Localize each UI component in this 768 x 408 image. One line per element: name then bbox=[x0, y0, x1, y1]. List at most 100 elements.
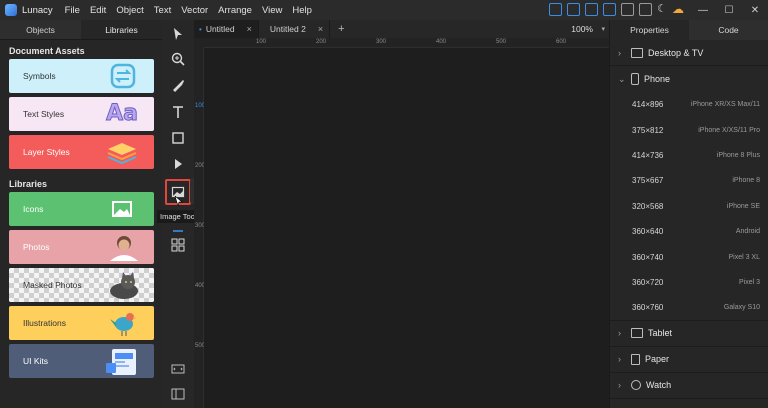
device-size: 360×720 bbox=[632, 277, 664, 287]
tab-code[interactable]: Code bbox=[689, 20, 768, 40]
chevron-down-icon[interactable]: ▾ bbox=[601, 25, 605, 33]
select-tool-icon[interactable] bbox=[170, 26, 186, 42]
text-styles-art-icon: Aa bbox=[106, 101, 139, 127]
ui-kit-art-icon bbox=[106, 349, 136, 375]
menu-arrange[interactable]: Arrange bbox=[218, 5, 252, 16]
device-size: 360×740 bbox=[632, 252, 664, 262]
document-tabs: • Untitled × Untitled 2 × + 100% ▾ bbox=[194, 20, 609, 38]
ruler-tick: 300 bbox=[376, 39, 387, 45]
layers-art-icon bbox=[107, 143, 137, 165]
device-size: 375×667 bbox=[632, 176, 664, 186]
card-label: UI Kits bbox=[23, 356, 49, 366]
menu-file[interactable]: File bbox=[65, 5, 80, 16]
device-name: iPhone XR/XS Max/11 bbox=[690, 101, 760, 109]
maximize-button[interactable]: ☐ bbox=[716, 0, 742, 20]
group-label: Paper bbox=[645, 354, 670, 365]
library-card-illustrations[interactable]: Illustrations bbox=[9, 306, 154, 340]
device-preset[interactable]: 375×812 iPhone X/XS/11 Pro bbox=[610, 117, 768, 142]
doc-tab-title: Untitled bbox=[205, 24, 235, 34]
group-watch[interactable]: › Watch bbox=[610, 373, 768, 399]
lunacy-logo-icon bbox=[5, 4, 17, 16]
device-name: iPhone X/XS/11 Pro bbox=[698, 126, 760, 134]
menu-vector[interactable]: Vector bbox=[181, 5, 208, 16]
library-card-layer-styles[interactable]: Layer Styles bbox=[9, 135, 154, 169]
zoom-tool-icon[interactable] bbox=[170, 51, 186, 67]
left-panel: Objects Libraries Document Assets Symbol… bbox=[0, 20, 162, 408]
tab-libraries[interactable]: Libraries bbox=[81, 20, 162, 39]
document-assets-heading: Document Assets bbox=[9, 46, 85, 56]
group-desktop-tv[interactable]: › Desktop & TV bbox=[610, 40, 768, 66]
pen-tool-icon[interactable] bbox=[170, 77, 186, 93]
pixel-grid-icon[interactable] bbox=[585, 3, 599, 16]
device-preset[interactable]: 360×720 Pixel 3 bbox=[610, 270, 768, 295]
app-name: Lunacy bbox=[22, 4, 53, 16]
frame-icon[interactable] bbox=[549, 3, 563, 16]
device-preset[interactable]: 360×760 Galaxy S10 bbox=[610, 295, 768, 321]
grid-tool-icon[interactable] bbox=[170, 237, 186, 253]
tab-properties[interactable]: Properties bbox=[610, 20, 689, 40]
card-label: Icons bbox=[23, 204, 44, 214]
library-card-ui-kits[interactable]: UI Kits bbox=[9, 344, 154, 378]
library-card-text-styles[interactable]: Text Styles Aa bbox=[9, 97, 154, 131]
menu-help[interactable]: Help bbox=[292, 5, 312, 16]
device-preset[interactable]: 360×640 Android bbox=[610, 219, 768, 244]
close-tab-icon[interactable]: × bbox=[247, 24, 252, 34]
chevron-right-icon: › bbox=[618, 380, 621, 391]
text-tool-icon[interactable] bbox=[170, 104, 186, 120]
device-size: 414×896 bbox=[632, 100, 664, 110]
tooltip-label: Image Tool bbox=[160, 212, 197, 221]
ruler-tick: 100 bbox=[256, 39, 267, 45]
add-tab-icon[interactable]: + bbox=[338, 23, 344, 35]
design-canvas[interactable] bbox=[204, 48, 609, 408]
person-photo-icon bbox=[110, 236, 138, 261]
group-paper[interactable]: › Paper bbox=[610, 347, 768, 373]
bird-illustration-icon bbox=[110, 313, 137, 336]
device-name: Android bbox=[735, 228, 760, 236]
checkbox-icon[interactable] bbox=[639, 3, 653, 16]
doc-tab-untitled-2[interactable]: Untitled 2 × bbox=[259, 20, 331, 38]
preview-icon[interactable] bbox=[621, 3, 635, 16]
doc-tab-title: Untitled 2 bbox=[269, 24, 306, 34]
title-bar: Lunacy File Edit Object Text Vector Arra… bbox=[0, 0, 768, 20]
device-preset[interactable]: 320×568 iPhone SE bbox=[610, 194, 768, 219]
device-size: 375×812 bbox=[632, 125, 664, 135]
tab-objects[interactable]: Objects bbox=[0, 20, 81, 39]
code-export-icon[interactable] bbox=[170, 361, 186, 377]
library-card-symbols[interactable]: Symbols bbox=[9, 59, 154, 93]
doc-tab-untitled[interactable]: • Untitled × bbox=[194, 20, 259, 38]
menu-edit[interactable]: Edit bbox=[90, 5, 106, 16]
device-name: Galaxy S10 bbox=[723, 303, 760, 311]
library-card-icons[interactable]: Icons bbox=[9, 192, 154, 226]
close-tab-icon[interactable]: × bbox=[318, 24, 323, 34]
device-size: 414×736 bbox=[632, 150, 664, 160]
image-art-icon bbox=[112, 201, 132, 217]
close-button[interactable]: ✕ bbox=[742, 0, 768, 20]
library-card-masked-photos[interactable]: Masked Photos bbox=[9, 268, 154, 302]
snap-icon[interactable] bbox=[603, 3, 617, 16]
cloud-icon[interactable]: ☁ bbox=[672, 3, 684, 16]
device-preset[interactable]: 414×736 iPhone 8 Plus bbox=[610, 143, 768, 168]
hotspot-tool-icon[interactable] bbox=[170, 156, 186, 172]
moon-icon[interactable]: ☾ bbox=[657, 3, 667, 16]
minimize-button[interactable]: — bbox=[690, 0, 716, 20]
menu-text[interactable]: Text bbox=[154, 5, 171, 16]
group-label: Watch bbox=[646, 380, 672, 391]
library-card-photos[interactable]: Photos bbox=[9, 230, 154, 264]
group-label: Phone bbox=[644, 74, 671, 84]
group-tablet[interactable]: › Tablet bbox=[610, 321, 768, 347]
panel-toggle-icon[interactable] bbox=[170, 386, 186, 402]
device-name: iPhone 8 bbox=[732, 177, 760, 185]
ruler-tick: 500 bbox=[496, 39, 507, 45]
device-name: iPhone SE bbox=[726, 202, 760, 210]
group-phone[interactable]: ⌄ Phone bbox=[610, 66, 768, 92]
device-name: Pixel 3 bbox=[738, 278, 760, 286]
device-preset[interactable]: 375×667 iPhone 8 bbox=[610, 168, 768, 193]
menu-object[interactable]: Object bbox=[116, 5, 143, 16]
zoom-level[interactable]: 100% bbox=[571, 24, 593, 34]
layout-icon[interactable] bbox=[567, 3, 581, 16]
device-preset[interactable]: 414×896 iPhone XR/XS Max/11 bbox=[610, 92, 768, 117]
rectangle-tool-icon[interactable] bbox=[170, 130, 186, 146]
menu-view[interactable]: View bbox=[262, 5, 282, 16]
device-preset[interactable]: 360×740 Pixel 3 XL bbox=[610, 244, 768, 269]
chevron-down-icon: ⌄ bbox=[618, 73, 626, 84]
